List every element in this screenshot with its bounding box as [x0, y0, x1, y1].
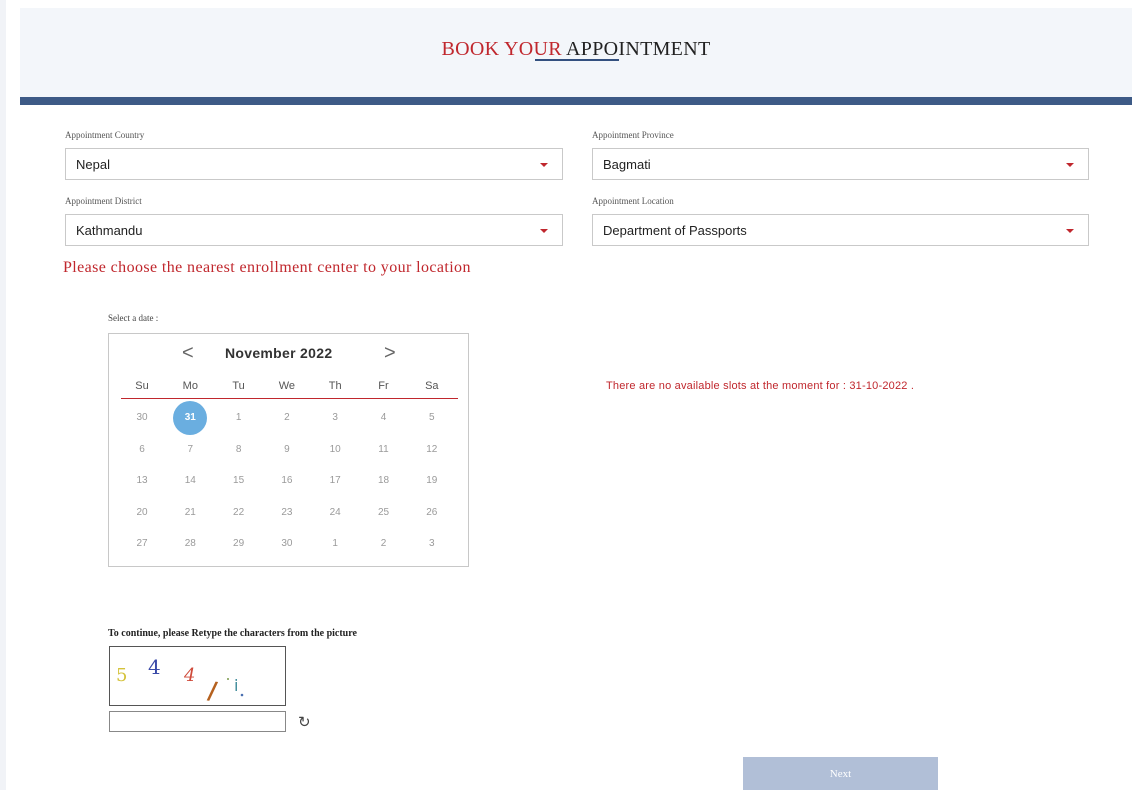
calendar-day[interactable]: 2 — [367, 532, 401, 556]
captcha-char: 4 — [148, 655, 161, 679]
calendar-day[interactable]: 24 — [318, 501, 352, 525]
caret-down-icon — [540, 229, 548, 233]
province-value: Bagmati — [603, 157, 651, 172]
calendar-day[interactable]: 13 — [125, 469, 159, 493]
captcha-char: i — [234, 676, 238, 695]
location-value: Department of Passports — [603, 223, 747, 238]
district-value: Kathmandu — [76, 223, 143, 238]
captcha-instruction: To continue, please Retype the character… — [108, 628, 357, 639]
calendar-day[interactable]: 29 — [222, 532, 256, 556]
calendar-day[interactable]: 20 — [125, 501, 159, 525]
caret-down-icon — [1066, 163, 1074, 167]
weekday-divider — [121, 398, 458, 399]
no-slots-message: There are no available slots at the mome… — [606, 380, 915, 392]
calendar-month-title: November 2022 — [225, 345, 333, 361]
captcha-image: 5 4 4 / i — [109, 646, 286, 706]
header-divider-bar — [20, 97, 1132, 105]
calendar-day[interactable]: 8 — [222, 438, 256, 462]
calendar-day[interactable]: 22 — [222, 501, 256, 525]
calendar-day[interactable]: 7 — [173, 438, 207, 462]
calendar-day[interactable]: 11 — [367, 438, 401, 462]
district-label: Appointment District — [65, 196, 142, 206]
calendar-day[interactable]: 21 — [173, 501, 207, 525]
weekday-label: Sa — [425, 380, 439, 392]
calendar-day[interactable]: 9 — [270, 438, 304, 462]
calendar-day[interactable]: 5 — [415, 406, 449, 430]
weekday-label: Th — [328, 380, 342, 392]
weekday-label: Su — [135, 380, 149, 392]
weekday-label: Mo — [182, 380, 198, 392]
calendar-day-selected[interactable]: 31 — [173, 401, 208, 435]
calendar-day[interactable]: 2 — [270, 406, 304, 430]
country-select[interactable]: Nepal — [65, 148, 563, 180]
page-header: BOOK YOUR APPOINTMENT — [20, 8, 1132, 97]
location-select[interactable]: Department of Passports — [592, 214, 1089, 246]
location-label: Appointment Location — [592, 196, 674, 206]
calendar-day[interactable]: 30 — [125, 406, 159, 430]
calendar-day[interactable]: 15 — [222, 469, 256, 493]
refresh-icon[interactable]: ↻ — [298, 715, 311, 730]
country-label: Appointment Country — [65, 130, 145, 140]
calendar-day[interactable]: 27 — [125, 532, 159, 556]
caret-down-icon — [540, 163, 548, 167]
calendar-day[interactable]: 28 — [173, 532, 207, 556]
caret-down-icon — [1066, 229, 1074, 233]
prev-month-button[interactable]: < — [182, 342, 194, 365]
next-month-button[interactable]: > — [384, 342, 396, 365]
calendar-day[interactable]: 6 — [125, 438, 159, 462]
calendar-day[interactable]: 16 — [270, 469, 304, 493]
weekday-label: Tu — [232, 380, 245, 392]
title-red: BOOK YOUR — [441, 38, 562, 60]
title-dark: APPOINTMENT — [566, 38, 711, 60]
captcha-char: 4 — [183, 665, 195, 686]
enrollment-notice: Please choose the nearest enrollment cen… — [63, 259, 471, 276]
calendar-day[interactable]: 25 — [367, 501, 401, 525]
calendar-day[interactable]: 14 — [173, 469, 207, 493]
weekday-label: Fr — [378, 380, 389, 392]
title-underline — [535, 59, 619, 61]
next-button[interactable]: Next — [743, 757, 938, 790]
province-select[interactable]: Bagmati — [592, 148, 1089, 180]
calendar-day[interactable]: 4 — [367, 406, 401, 430]
country-value: Nepal — [76, 157, 110, 172]
captcha-input[interactable] — [109, 711, 286, 732]
calendar-day[interactable]: 3 — [415, 532, 449, 556]
date-picker: < November 2022 > Su Mo Tu We Th Fr Sa 30 31 1 2 3 4… — [108, 333, 469, 567]
page-title: BOOK YOUR APPOINTMENT — [20, 38, 1132, 61]
calendar-day[interactable]: 23 — [270, 501, 304, 525]
province-label: Appointment Province — [592, 130, 674, 140]
select-date-label: Select a date : — [108, 313, 159, 323]
district-select[interactable]: Kathmandu — [65, 214, 563, 246]
calendar-day[interactable]: 19 — [415, 469, 449, 493]
calendar-day[interactable]: 17 — [318, 469, 352, 493]
calendar-day[interactable]: 1 — [318, 532, 352, 556]
captcha-char: 5 — [116, 665, 127, 686]
calendar-day[interactable]: 26 — [415, 501, 449, 525]
calendar-day[interactable]: 10 — [318, 438, 352, 462]
captcha-char: / — [206, 676, 219, 705]
calendar-day[interactable]: 18 — [367, 469, 401, 493]
calendar-day[interactable]: 30 — [270, 532, 304, 556]
calendar-day[interactable]: 3 — [318, 406, 352, 430]
calendar-day[interactable]: 1 — [222, 406, 256, 430]
weekday-label: We — [278, 380, 296, 392]
left-edge — [0, 0, 6, 790]
calendar-day[interactable]: 12 — [415, 438, 449, 462]
